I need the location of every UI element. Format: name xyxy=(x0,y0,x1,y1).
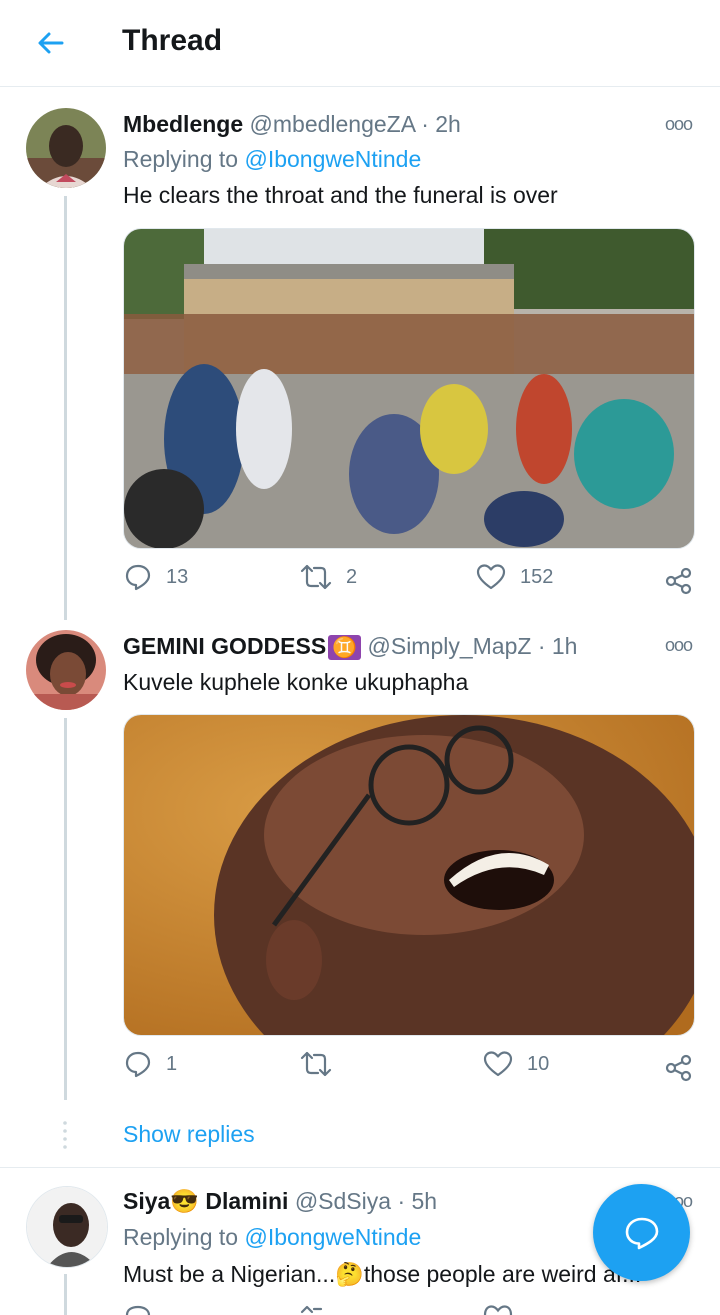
reply-count: 1 xyxy=(166,1052,178,1075)
reply-icon xyxy=(125,564,151,591)
more-options-icon[interactable]: ooo xyxy=(665,114,693,135)
retweet-count: 2 xyxy=(346,565,358,588)
avatar[interactable] xyxy=(26,108,106,188)
tweet-actions: 13 2 152 xyxy=(0,563,720,599)
timestamp: · 2h xyxy=(421,111,461,137)
tweet-header: GEMINI GODDESS ♊ @Simply_MapZ · 1h xyxy=(123,633,577,660)
display-name[interactable]: Mbedlenge xyxy=(123,111,243,137)
top-bar: Thread xyxy=(0,0,720,87)
thread-line xyxy=(64,1274,67,1315)
replying-to-label: Replying to xyxy=(123,146,245,172)
like-count: 152 xyxy=(520,565,554,588)
divider xyxy=(0,1167,720,1168)
display-name[interactable]: GEMINI GODDESS xyxy=(123,633,326,659)
replying-to: Replying to @IbongweNtinde xyxy=(123,146,421,173)
heart-icon xyxy=(476,564,506,590)
handle[interactable]: @mbedlengeZA xyxy=(250,111,415,137)
reply-button[interactable]: 1 xyxy=(124,1050,177,1078)
heart-icon xyxy=(483,1051,513,1077)
name-emoji: ♊ xyxy=(328,635,362,660)
retweet-button[interactable]: 2 xyxy=(300,563,357,591)
like-count: 10 xyxy=(527,1052,550,1075)
heart-icon[interactable] xyxy=(483,1304,513,1315)
thread-continuation-dots xyxy=(63,1121,67,1149)
tweet-text: Must be a Nigerian...🤔those people are w… xyxy=(123,1261,641,1288)
tweet-text-emoji: 🤔 xyxy=(335,1261,364,1287)
retweet-icon xyxy=(300,564,332,590)
tweet-text: He clears the throat and the funeral is … xyxy=(123,182,558,208)
tweet-photo[interactable] xyxy=(123,228,695,549)
replying-to-link[interactable]: @IbongweNtinde xyxy=(244,146,421,172)
display-name-last[interactable]: Dlamini xyxy=(205,1188,288,1214)
avatar[interactable] xyxy=(26,630,106,710)
tweet-text: Kuvele kuphele konke ukuphapha xyxy=(123,669,469,695)
compose-reply-icon xyxy=(625,1217,658,1249)
retweet-icon xyxy=(300,1051,332,1077)
share-icon[interactable] xyxy=(665,567,693,595)
replying-to: Replying to @IbongweNtinde xyxy=(123,1224,421,1251)
display-name-first[interactable]: Siya xyxy=(123,1188,170,1214)
retweet-icon[interactable] xyxy=(300,1304,332,1315)
compose-reply-button[interactable] xyxy=(593,1184,690,1281)
timestamp: · 1h xyxy=(537,633,578,659)
tweet-header: Mbedlenge @mbedlengeZA · 2h xyxy=(123,111,461,138)
page-title: Thread xyxy=(122,24,223,57)
reply-icon[interactable] xyxy=(124,1304,152,1315)
thread-line xyxy=(64,718,67,1100)
like-button[interactable]: 10 xyxy=(483,1050,549,1078)
tweet-header: Siya😎 Dlamini @SdSiya · 5h xyxy=(123,1188,437,1215)
thread-line xyxy=(64,196,67,620)
replying-to-link[interactable]: @IbongweNtinde xyxy=(244,1224,421,1250)
tweet-actions: 1 10 xyxy=(0,1050,720,1086)
more-options-icon[interactable]: ooo xyxy=(665,635,693,656)
retweet-button[interactable] xyxy=(300,1050,346,1078)
timestamp: · 5h xyxy=(397,1188,438,1214)
handle[interactable]: @SdSiya xyxy=(295,1188,391,1214)
reply-count: 13 xyxy=(166,565,189,588)
reply-icon xyxy=(125,1051,151,1078)
handle[interactable]: @Simply_MapZ xyxy=(368,633,532,659)
tweet-text-part: Must be a Nigerian... xyxy=(123,1261,336,1287)
back-arrow-icon[interactable] xyxy=(34,26,68,60)
share-icon[interactable] xyxy=(665,1054,693,1082)
avatar[interactable] xyxy=(26,1186,108,1268)
show-replies-link[interactable]: Show replies xyxy=(123,1121,255,1148)
tweet-photo[interactable] xyxy=(123,714,695,1036)
reply-button[interactable]: 13 xyxy=(124,563,188,591)
name-emoji: 😎 xyxy=(170,1188,199,1214)
like-button[interactable]: 152 xyxy=(476,563,553,591)
tweet-text-part: those people are weird af... xyxy=(363,1261,642,1287)
replying-to-label: Replying to xyxy=(123,1224,245,1250)
